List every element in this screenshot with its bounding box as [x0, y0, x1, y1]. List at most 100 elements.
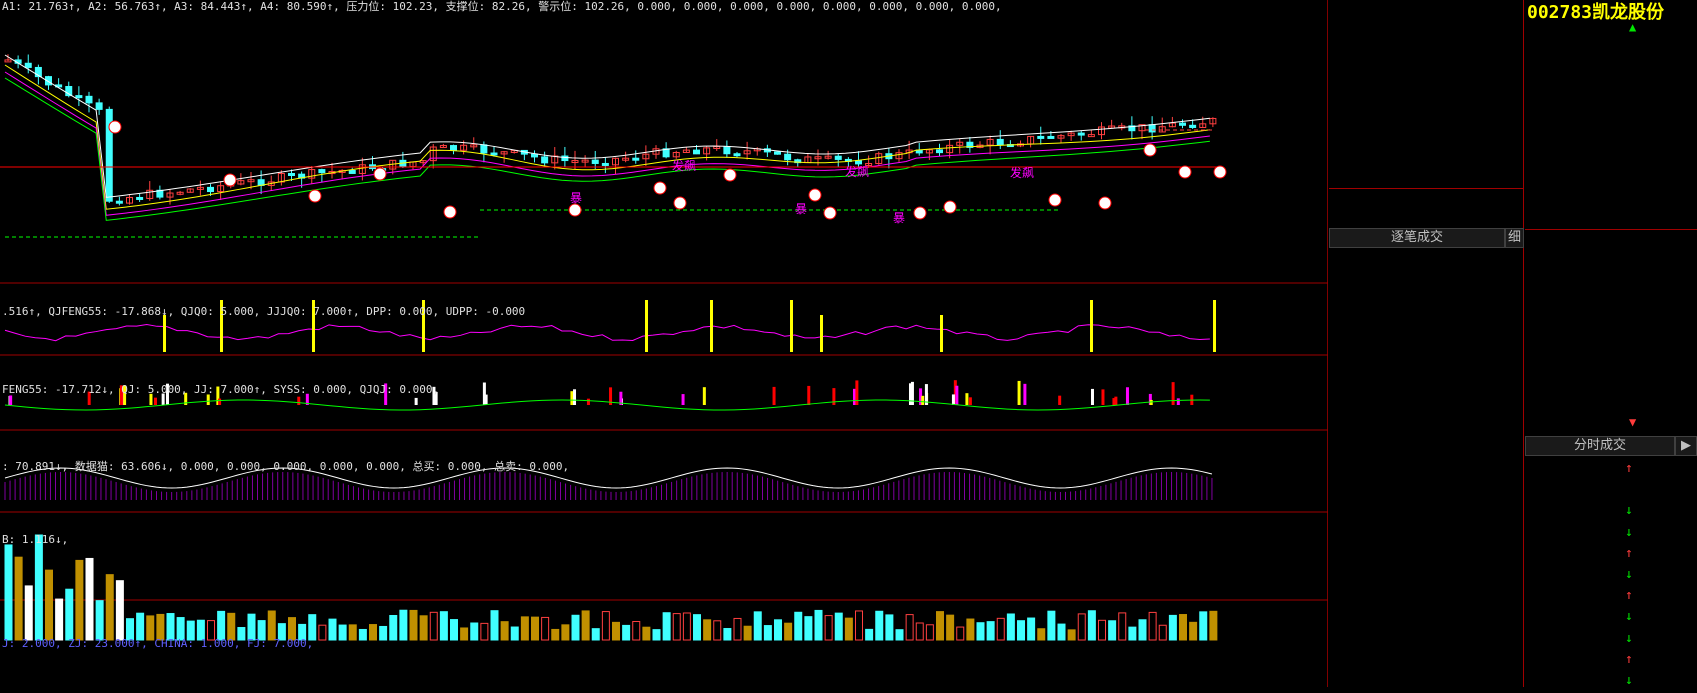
indicator-5-label: J: 2.000, ZJ: 23.000↑, CHINA: 1.000, FJ:…	[2, 637, 314, 650]
volume-bar	[358, 628, 367, 641]
volume-bar	[652, 629, 661, 641]
volume-bar	[1209, 610, 1218, 641]
volume-bar	[480, 622, 489, 641]
table-row[interactable]	[1329, 419, 1524, 439]
volume-bar	[379, 625, 388, 641]
indicator-bar	[570, 391, 574, 405]
indicator-bar	[940, 315, 943, 352]
volume-bar	[1067, 629, 1076, 641]
indicator-bar	[1017, 380, 1021, 405]
indicator-bar	[807, 385, 811, 405]
table-row[interactable]: ↓	[1525, 673, 1697, 693]
volume-bar	[105, 574, 114, 641]
quote-divider	[1329, 188, 1524, 189]
tick-detail-header[interactable]: 逐笔成交	[1329, 228, 1505, 248]
volume-bar	[217, 610, 226, 641]
expand-arrow-icon[interactable]: ▶	[1675, 436, 1697, 456]
volume-bar	[804, 616, 813, 641]
down-arrow-icon: ↓	[1625, 524, 1633, 540]
table-row[interactable]	[1329, 313, 1524, 333]
table-row[interactable]: ↑	[1525, 652, 1697, 672]
table-row[interactable]: ↓	[1525, 609, 1697, 629]
ask-row	[1525, 41, 1697, 62]
table-row[interactable]	[1329, 524, 1524, 544]
table-row[interactable]	[1329, 334, 1524, 354]
candle-body	[693, 149, 700, 155]
candle-body	[834, 155, 842, 160]
indicator-4-label: B: 1.116↓,	[2, 533, 69, 546]
table-row[interactable]	[1525, 482, 1697, 502]
volume-bar	[915, 622, 924, 641]
bid-row	[1525, 333, 1697, 354]
detail-button[interactable]: 细	[1505, 228, 1524, 248]
volume-bar	[500, 621, 509, 641]
volume-bar	[227, 612, 236, 641]
volume-bar	[925, 624, 934, 641]
table-row[interactable]	[1329, 271, 1524, 291]
table-row[interactable]: ↓	[1525, 631, 1697, 651]
volume-bar	[1108, 620, 1117, 641]
volume-bar	[855, 610, 863, 641]
volume-bar	[865, 628, 874, 641]
table-row[interactable]	[1329, 588, 1524, 608]
signal-label: 暴	[893, 211, 905, 225]
ask-row	[1525, 105, 1697, 126]
volume-bar	[34, 534, 43, 641]
table-row[interactable]	[1329, 356, 1524, 376]
table-row[interactable]	[1329, 630, 1524, 650]
indicator-bar	[955, 385, 959, 405]
volume-bar	[844, 617, 853, 641]
table-row[interactable]	[1329, 377, 1524, 397]
table-row[interactable]	[1329, 292, 1524, 312]
ask-row	[1525, 62, 1697, 83]
candle-body	[1179, 122, 1186, 126]
table-row[interactable]	[1329, 567, 1524, 587]
up-arrow-icon: ↑	[1625, 651, 1633, 667]
smiley-icon	[673, 196, 687, 210]
table-row[interactable]	[1329, 250, 1524, 270]
table-row[interactable]	[1329, 482, 1524, 502]
table-row[interactable]: ↑	[1525, 588, 1697, 608]
table-row[interactable]: ↑	[1525, 546, 1697, 566]
bid-row	[1525, 251, 1697, 272]
volume-bar	[409, 609, 418, 641]
volume-bar	[85, 557, 94, 641]
table-row[interactable]	[1329, 609, 1524, 629]
volume-bar	[318, 624, 327, 641]
smiley-icon	[943, 200, 957, 214]
candle-body	[591, 159, 599, 164]
volume-bar	[814, 609, 823, 641]
indicator-bar	[1023, 383, 1027, 405]
volume-bar	[95, 600, 104, 641]
table-row[interactable]	[1329, 651, 1524, 671]
table-row[interactable]: ↑	[1525, 461, 1697, 481]
kline-chart-area[interactable]: 发飙 发飙 发飙暴暴暴 A1: 21.763↑, A2: 56.763↑, A3: …	[0, 0, 1328, 687]
order-book-panel: 002783凯龙股份 ▲ ▼ 分时成交 ▶ ↑ ↓ ↓ ↑ ↓ ↑ ↓ ↓ ↑ ↓	[1525, 0, 1697, 688]
volume-bar	[936, 611, 944, 641]
table-row[interactable]	[1329, 503, 1524, 523]
table-row[interactable]: ↓	[1525, 567, 1697, 587]
candle-body	[288, 172, 295, 176]
kline-svg: 发飙 发飙 发飙暴暴暴	[0, 54, 1328, 641]
volume-bar	[966, 618, 975, 641]
table-row[interactable]	[1329, 440, 1524, 460]
up-arrow-icon: ↑	[1625, 461, 1633, 476]
volume-bar	[490, 610, 499, 641]
indicator-bar	[1090, 300, 1093, 352]
table-row[interactable]	[1329, 461, 1524, 481]
table-row[interactable]: ↓	[1525, 503, 1697, 523]
table-row[interactable]	[1329, 672, 1524, 692]
smiley-icon	[1048, 193, 1062, 207]
candle-body	[1047, 135, 1055, 139]
smiley-icon	[823, 206, 837, 220]
smiley-icon	[1213, 165, 1227, 179]
volume-bar	[55, 598, 64, 641]
table-row[interactable]	[1329, 398, 1524, 418]
table-row[interactable]: ↓	[1525, 525, 1697, 545]
candle-body	[996, 138, 1004, 146]
candle-body	[115, 200, 123, 204]
table-row[interactable]	[1329, 545, 1524, 565]
volume-bar	[571, 614, 580, 641]
candle-body	[723, 145, 731, 155]
minute-trades-header[interactable]: 分时成交	[1525, 436, 1675, 456]
